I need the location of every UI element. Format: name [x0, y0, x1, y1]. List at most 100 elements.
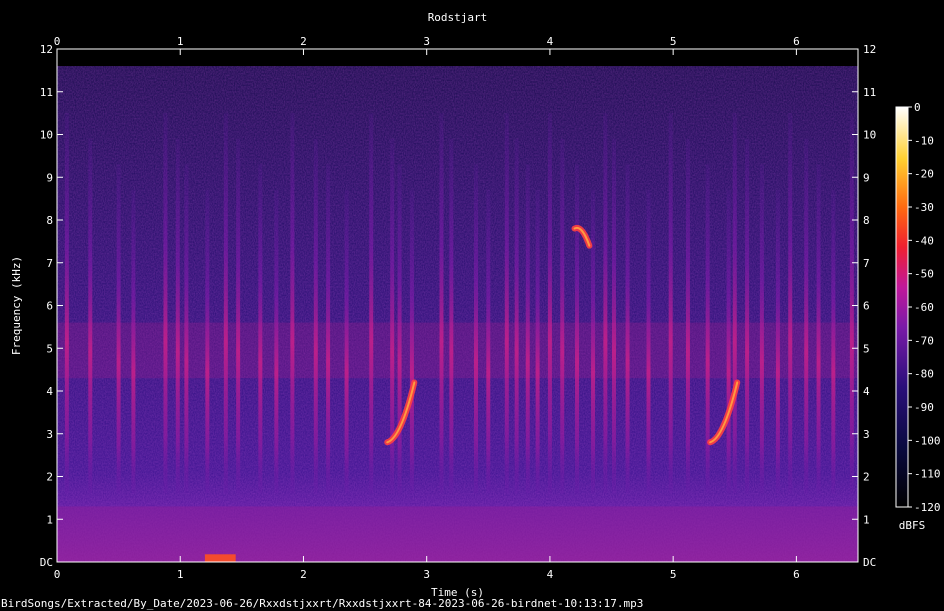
noise-floor-band: [57, 506, 858, 562]
y-tick-label: DC: [40, 556, 53, 569]
transient-stripe: [668, 113, 673, 494]
y-tick-label: 6: [46, 300, 53, 313]
x-tick-label: 6: [793, 568, 800, 581]
colorbar-tick-label: 0: [914, 101, 921, 114]
transient-stripe: [344, 190, 349, 494]
transient-stripe: [313, 138, 318, 494]
colorbar-tick-label: -80: [914, 368, 934, 381]
file-path: BirdSongs/Extracted/By_Date/2023-06-26/R…: [1, 597, 644, 610]
transient-stripe: [449, 138, 454, 494]
transient-stripe: [131, 190, 136, 494]
colorbar-tick-label: -40: [914, 234, 934, 247]
y-tick-label: 2: [46, 471, 53, 484]
x-tick-label: 5: [670, 35, 677, 48]
transient-stripe: [591, 190, 596, 494]
transient-stripe: [625, 164, 630, 494]
transient-stripe: [88, 138, 93, 494]
colorbar-tick-label: -60: [914, 301, 934, 314]
y-tick-label: 3: [46, 428, 53, 441]
transient-stripe: [439, 113, 444, 494]
x-tick-label: 4: [547, 568, 554, 581]
transient-stripe: [535, 190, 540, 494]
transient-stripe: [473, 164, 478, 494]
colorbar-gradient: [895, 106, 909, 508]
colorbar-tick-label: -120: [914, 501, 941, 514]
chart-title: Rodstjart: [428, 11, 488, 24]
transient-stripe: [258, 164, 263, 494]
colorbar-tick-label: -50: [914, 268, 934, 281]
y-tick-label: 11: [40, 86, 53, 99]
transient-stripe: [726, 190, 731, 494]
transient-stripe: [409, 190, 414, 494]
y-tick-label: DC: [863, 556, 876, 569]
transient-stripe: [504, 113, 509, 494]
y-tick-label: 2: [863, 471, 870, 484]
x-tick-label: 2: [300, 35, 307, 48]
y-tick-label: 4: [46, 385, 53, 398]
transient-stripe: [397, 164, 402, 494]
transient-stripe: [804, 138, 809, 494]
x-tick-label: 6: [793, 35, 800, 48]
transient-stripe: [274, 190, 279, 494]
y-tick-label: 4: [863, 385, 870, 398]
y-tick-label: 6: [863, 300, 870, 313]
transient-stripe: [788, 113, 793, 494]
transient-stripe: [525, 164, 530, 494]
colorbar-label: dBFS: [899, 519, 926, 532]
x-tick-label: 0: [54, 568, 61, 581]
x-tick-label: 1: [177, 35, 184, 48]
transient-stripe: [560, 138, 565, 494]
y-tick-label: 7: [46, 257, 53, 270]
y-tick-label: 10: [40, 129, 53, 142]
x-tick-label: 4: [547, 35, 554, 48]
y-tick-label: 12: [40, 43, 53, 56]
y-tick-label: 8: [863, 214, 870, 227]
x-tick-label: 3: [423, 35, 430, 48]
colorbar-tick-label: -30: [914, 201, 934, 214]
transient-stripe: [575, 164, 580, 494]
transient-stripe: [486, 190, 491, 494]
x-tick-label: 1: [177, 568, 184, 581]
transient-stripe: [175, 138, 180, 494]
transient-stripe: [514, 138, 519, 494]
y-axis-label: Frequency (kHz): [10, 256, 23, 355]
transient-stripe: [326, 164, 331, 494]
colorbar-tick-label: -70: [914, 334, 934, 347]
transient-stripe: [603, 113, 608, 494]
transient-stripe: [290, 113, 295, 494]
colorbar-tick-label: -10: [914, 134, 934, 147]
colorbar-tick-label: -110: [914, 468, 941, 481]
x-tick-label: 5: [670, 568, 677, 581]
colorbar-tick-label: -90: [914, 401, 934, 414]
y-tick-label: 11: [863, 86, 876, 99]
transient-stripe: [223, 113, 228, 494]
transient-stripe: [816, 164, 821, 494]
transient-stripe: [831, 190, 836, 494]
transient-stripe: [745, 138, 750, 494]
y-tick-label: 10: [863, 129, 876, 142]
y-tick-label: 9: [46, 171, 53, 184]
y-tick-label: 7: [863, 257, 870, 270]
y-tick-label: 12: [863, 43, 876, 56]
transient-stripe: [685, 138, 690, 494]
transient-stripe: [732, 113, 737, 494]
transient-stripe: [612, 138, 617, 494]
colorbar: 0 -10 -20 -30 -40 -50 -60 -70 -80 -90 -100 -110 -120: [895, 101, 941, 514]
y-tick-label: 5: [46, 342, 53, 355]
y-tick-label: 8: [46, 214, 53, 227]
transient-stripe: [369, 113, 374, 494]
transient-stripe: [163, 113, 168, 494]
colorbar-tick-label: -20: [914, 168, 934, 181]
transient-stripe: [759, 164, 764, 494]
y-tick-label: 9: [863, 171, 870, 184]
transient-stripe: [116, 164, 121, 494]
spectrogram-chart: 00112233445566DC DC1 12 23 34 45 56 67 78 89 910 10…: [10, 11, 941, 599]
transient-stripe: [236, 138, 241, 494]
x-tick-label: 3: [423, 568, 430, 581]
y-tick-label: 1: [863, 513, 870, 526]
transient-stripe: [775, 190, 780, 494]
transient-stripe: [849, 113, 854, 494]
transient-stripe: [547, 113, 552, 494]
y-tick-label: 3: [863, 428, 870, 441]
transient-stripe: [184, 164, 189, 494]
